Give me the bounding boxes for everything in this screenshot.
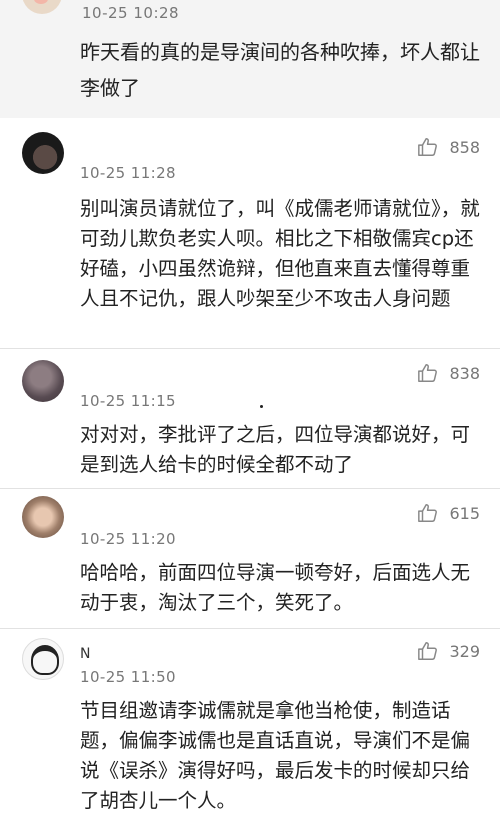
- previous-comment: 10-25 10:28 昨天看的真的是导演间的各种吹捧，坏人都让李做了: [0, 0, 500, 118]
- comment-time: 10-25 11:28: [80, 164, 176, 182]
- avatar[interactable]: [22, 360, 64, 402]
- comment-time: 10-25 10:28: [82, 4, 180, 22]
- comment-text: 对对对，李批评了之后，四位导演都说好，可是到选人给卡的时候全都不动了: [80, 423, 471, 476]
- like-count: 838: [449, 363, 480, 383]
- comment-time: 10-25 11:20: [80, 530, 176, 548]
- avatar[interactable]: [22, 638, 64, 680]
- like-count: 329: [449, 641, 480, 661]
- comment-item: 10-25 11:28 858 别叫演员请就位了，叫《成儒老师请就位》，就可劲儿…: [0, 118, 500, 349]
- partial-username: N: [80, 646, 93, 662]
- comment-time: 10-25 11:50: [80, 668, 176, 686]
- comment-text: 别叫演员请就位了，叫《成儒老师请就位》，就可劲儿欺负老实人呗。相比之下相敬儒宾c…: [80, 197, 480, 310]
- comment-item: 10-25 11:15 838 对对对，李批评了之后，四位导演都说好，可是到选人…: [0, 348, 500, 489]
- thumbs-up-icon: [418, 364, 438, 382]
- like-count: 858: [449, 137, 480, 157]
- like-button[interactable]: 858: [417, 136, 480, 158]
- avatar[interactable]: [22, 0, 62, 14]
- like-button[interactable]: 615: [417, 502, 480, 524]
- comment-text: 昨天看的真的是导演间的各种吹捧，坏人都让李做了: [80, 40, 480, 100]
- avatar[interactable]: [22, 132, 64, 174]
- comment-text: 哈哈哈，前面四位导演一顿夸好，后面选人无动于衷，淘汰了三个，笑死了。: [80, 561, 471, 614]
- stray-dot: [260, 405, 263, 408]
- like-count: 615: [449, 503, 480, 523]
- blurred-username: [110, 362, 310, 378]
- like-button[interactable]: 329: [417, 640, 480, 662]
- blurred-username: [110, 642, 290, 658]
- comment-item: 10-25 11:20 615 哈哈哈，前面四位导演一顿夸好，后面选人无动于衷，…: [0, 488, 500, 629]
- comment-text: 节目组邀请李诚儒就是拿他当枪使，制造话题，偏偏李诚儒也是直话直说，导演们不是偏说…: [80, 699, 471, 812]
- comment-time: 10-25 11:15: [80, 392, 176, 410]
- like-button[interactable]: 838: [417, 362, 480, 384]
- thumbs-up-icon: [418, 504, 438, 522]
- blurred-username: [80, 502, 280, 518]
- blurred-username: [80, 140, 310, 156]
- thumbs-up-icon: [418, 642, 438, 660]
- comment-item: N 10-25 11:50 329 节目组邀请李诚儒就是拿他当枪使，制造话题，偏…: [0, 628, 500, 822]
- thumbs-up-icon: [418, 138, 438, 156]
- avatar[interactable]: [22, 496, 64, 538]
